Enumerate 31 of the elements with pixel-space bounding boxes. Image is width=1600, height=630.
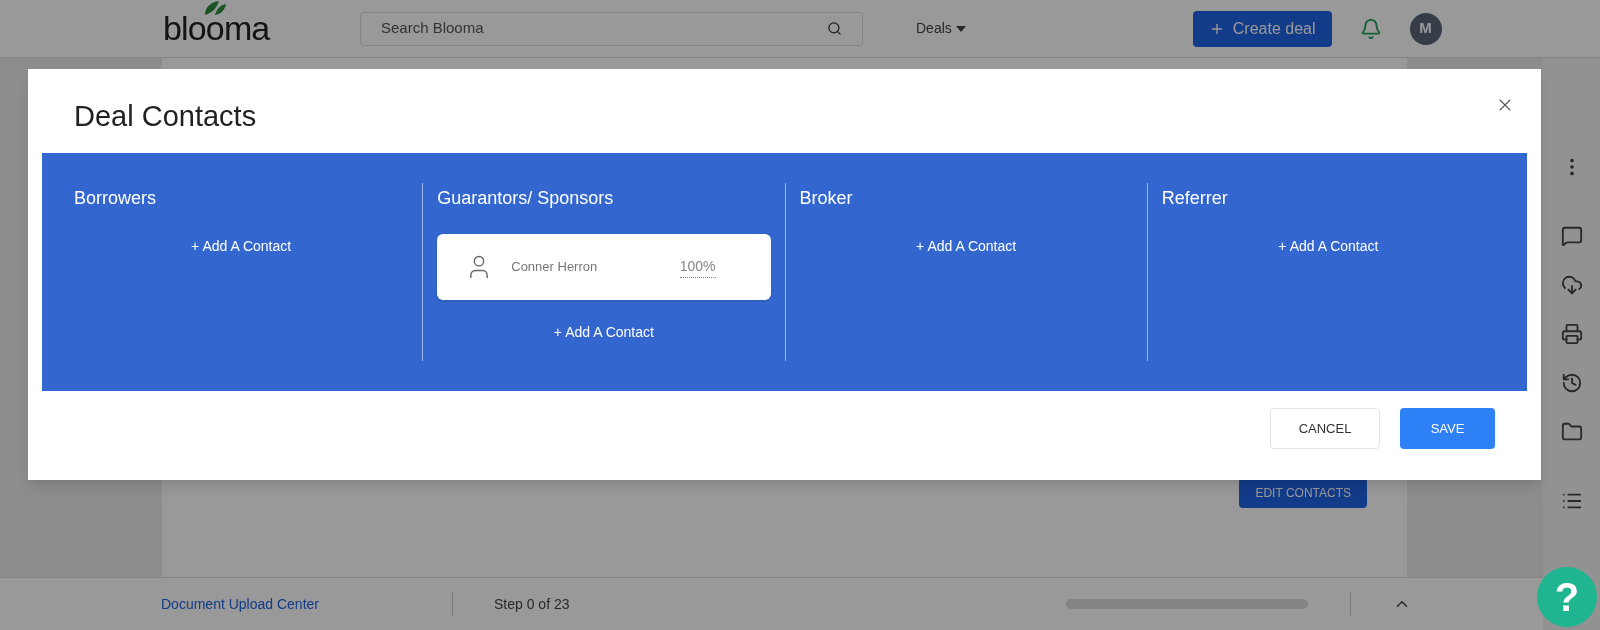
modal-title: Deal Contacts	[74, 99, 257, 135]
save-button[interactable]: SAVE	[1400, 408, 1495, 449]
add-contact-link[interactable]: + Add A Contact	[553, 322, 654, 343]
cloud-download-icon[interactable]	[1560, 274, 1583, 296]
contact-card[interactable]: Conner Herron 100%	[437, 234, 771, 300]
section-title: Guarantors/ Sponsors	[437, 187, 615, 210]
printer-icon[interactable]	[1560, 323, 1583, 345]
comment-icon[interactable]	[1560, 225, 1583, 247]
history-icon[interactable]	[1560, 372, 1583, 394]
add-contact-link[interactable]: + Add A Contact	[916, 236, 1017, 257]
search-field[interactable]: Search Blooma	[381, 17, 781, 40]
edit-contacts-button[interactable]: EDIT CONTACTS	[1239, 478, 1367, 508]
cancel-button[interactable]: CANCEL	[1270, 408, 1380, 449]
bell-icon[interactable]	[1359, 17, 1382, 40]
caret-icon	[955, 25, 966, 32]
deals-dropdown[interactable]: Deals	[916, 18, 966, 39]
search-bar[interactable]: Search Blooma	[360, 11, 863, 46]
add-contact-link[interactable]: + Add A Contact	[1278, 236, 1379, 257]
logo[interactable]: blooma	[163, 8, 270, 47]
create-deal-button[interactable]: Create deal	[1192, 10, 1332, 47]
add-contact-link[interactable]: + Add A Contact	[191, 236, 292, 257]
avatar[interactable]: M	[1409, 12, 1442, 45]
section-title: Borrowers	[74, 187, 158, 210]
section-title: Referrer	[1161, 187, 1229, 210]
step-counter: Step 0 of 23	[494, 594, 570, 614]
search-icon[interactable]	[827, 21, 842, 36]
contact-name: Conner Herron	[511, 258, 599, 277]
document-upload-link[interactable]: Document Upload Center	[161, 593, 452, 615]
folder-icon[interactable]	[1560, 421, 1583, 443]
section-title: Broker	[799, 187, 854, 210]
share-percent[interactable]: 100%	[679, 256, 716, 278]
